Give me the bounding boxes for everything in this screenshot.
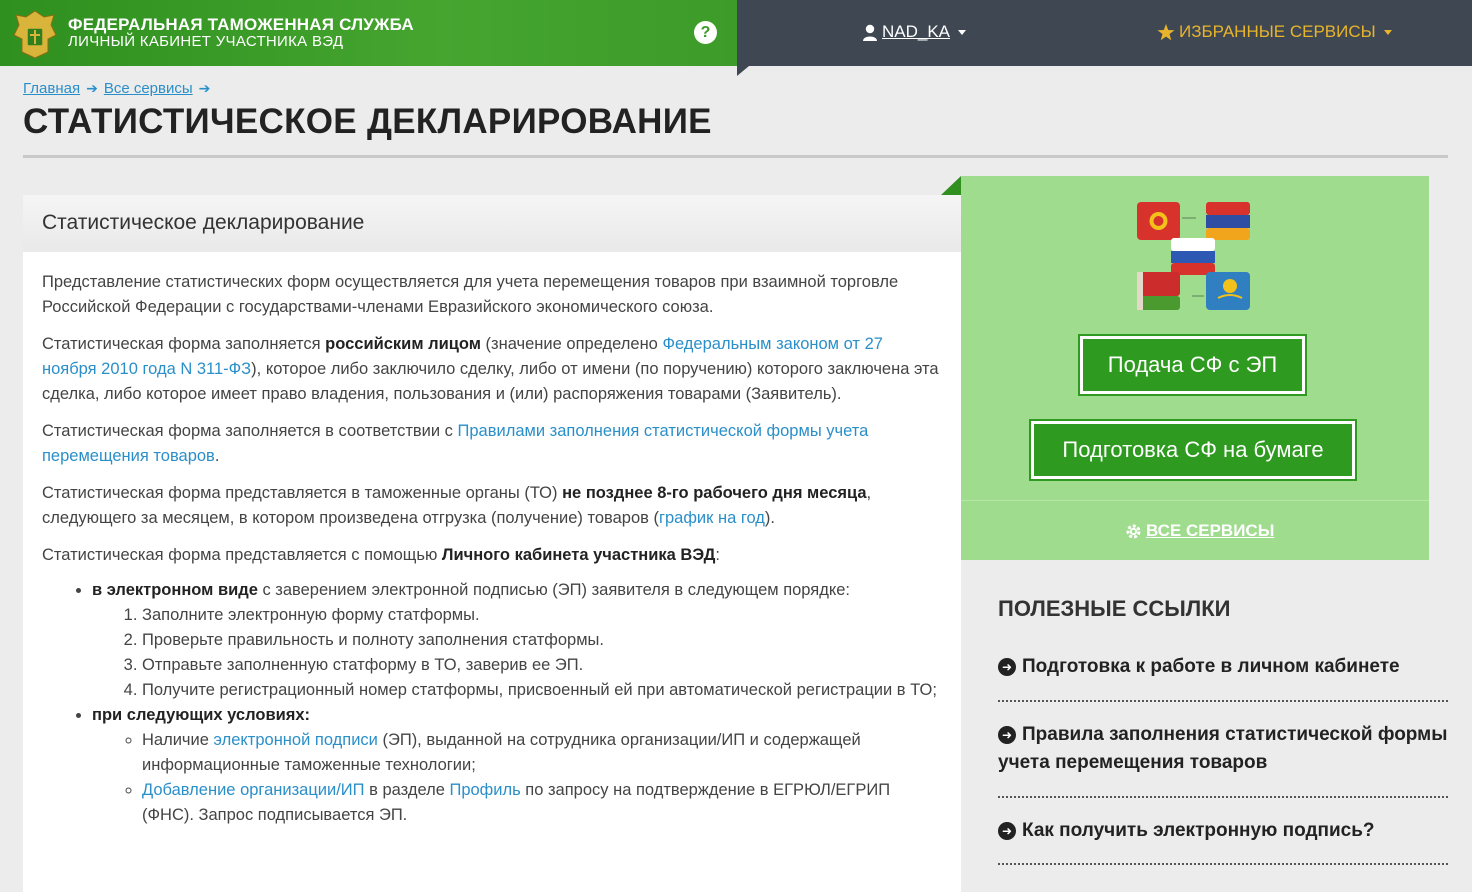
text: Наличие [142, 731, 214, 749]
services-panel: Подача СФ с ЭП Подготовка СФ на бумаге В… [961, 176, 1429, 560]
text: с заверением электронной подписью (ЭП) з… [257, 581, 851, 599]
content-panel: Статистическое декларирование Представле… [23, 195, 961, 892]
arrow-right-circle-icon: ➜ [998, 726, 1016, 744]
title-divider [23, 155, 1448, 158]
panel-corner [941, 176, 961, 195]
text: (значение определено [480, 335, 663, 353]
bar-notch [737, 66, 749, 76]
arrow-right-icon: ➔ [198, 80, 211, 96]
text: . [214, 447, 220, 465]
link-label: Правила заполнения статистической формы … [998, 724, 1448, 773]
breadcrumb-all-services-link[interactable]: Все сервисы [104, 80, 193, 97]
brand-subtitle: ЛИЧНЫЙ КАБИНЕТ УЧАСТНИКА ВЭД [68, 33, 344, 50]
list-item: Проверьте правильность и полноту заполне… [142, 628, 942, 653]
text: Статистическая форма представляется с по… [42, 546, 442, 564]
text: Статистическая форма заполняется в соотв… [42, 422, 458, 440]
link-label: Как получить электронную подпись? [1022, 820, 1375, 841]
customs-emblem-icon [13, 10, 57, 59]
chevron-down-icon [958, 29, 967, 35]
star-icon [1157, 23, 1175, 40]
conditions-list: Наличие электронной подписи (ЭП), выданн… [142, 728, 942, 828]
breadcrumb-home-link[interactable]: Главная [23, 80, 80, 97]
content-body: Представление статистических форм осущес… [23, 252, 961, 828]
paragraph-who-fills: Статистическая форма заполняется российс… [42, 332, 942, 407]
profile-link[interactable]: Профиль [449, 781, 520, 799]
link-label: Подготовка к работе в личном кабинете [1022, 656, 1400, 677]
arrow-right-circle-icon: ➜ [998, 658, 1016, 676]
bold-text: Личного кабинета участника ВЭД [441, 546, 716, 564]
list-item: Добавление организации/ИП в разделе Проф… [142, 778, 942, 828]
list-item: в электронном виде с заверением электрон… [92, 578, 942, 703]
bold-text: не позднее 8-го рабочего дня месяца [562, 484, 867, 502]
arrow-right-icon: ➔ [86, 80, 98, 96]
paragraph-deadline: Статистическая форма представляется в та… [42, 481, 942, 531]
page-title: СТАТИСТИЧЕСКОЕ ДЕКЛАРИРОВАНИЕ [23, 102, 712, 141]
text: ). [764, 509, 776, 527]
paragraph-rules: Статистическая форма заполняется в соотв… [42, 419, 942, 469]
arrow-right-circle-icon: ➜ [998, 822, 1016, 840]
text: Статистическая форма заполняется [42, 335, 326, 353]
bold-text: при следующих условиях: [92, 706, 311, 724]
schedule-link[interactable]: график на год [659, 509, 765, 527]
text: Статистическая форма представляется в та… [42, 484, 563, 502]
submission-list: в электронном виде с заверением электрон… [92, 578, 942, 828]
useful-links-title: ПОЛЕЗНЫЕ ССЫЛКИ [998, 596, 1231, 621]
useful-link-rules[interactable]: ➜ Правила заполнения статистической формы… [998, 721, 1448, 798]
e-signature-link[interactable]: электронной подписи [214, 731, 378, 749]
user-menu[interactable]: NAD_KA [862, 22, 967, 42]
favorite-services-label: ИЗБРАННЫЕ СЕРВИСЫ [1179, 22, 1376, 41]
help-button[interactable]: ? [694, 21, 717, 44]
all-services-link[interactable]: ВСЕ СЕРВИСЫ [1125, 521, 1274, 541]
text: в разделе [364, 781, 450, 799]
content-heading: Статистическое декларирование [23, 195, 961, 252]
text: : [715, 546, 721, 564]
brand-title: ФЕДЕРАЛЬНАЯ ТАМОЖЕННАЯ СЛУЖБА [68, 15, 414, 34]
list-item: Отправьте заполненную статформу в ТО, за… [142, 653, 942, 678]
list-item: при следующих условиях: Наличие электрон… [92, 703, 942, 828]
brand-bar[interactable]: ФЕДЕРАЛЬНАЯ ТАМОЖЕННАЯ СЛУЖБА ЛИЧНЫЙ КАБ… [0, 0, 737, 66]
prepare-sf-paper-button[interactable]: Подготовка СФ на бумаге [1031, 421, 1355, 479]
submit-sf-ep-button[interactable]: Подача СФ с ЭП [1080, 336, 1305, 394]
all-services-label: ВСЕ СЕРВИСЫ [1146, 521, 1275, 540]
eaeu-flags-icon [1137, 202, 1250, 310]
top-bar: ФЕДЕРАЛЬНАЯ ТАМОЖЕННАЯ СЛУЖБА ЛИЧНЫЙ КАБ… [0, 0, 1472, 66]
useful-link-preparation[interactable]: ➜ Подготовка к работе в личном кабинете [998, 653, 1448, 702]
panel-divider [961, 500, 1429, 501]
chevron-down-icon [1383, 29, 1392, 35]
gear-icon [1126, 524, 1141, 538]
useful-link-signature[interactable]: ➜ Как получить электронную подпись? [998, 817, 1448, 865]
list-item: Получите регистрационный номер статформы… [142, 678, 942, 703]
add-organization-link[interactable]: Добавление организации/ИП [142, 781, 365, 799]
list-item: Наличие электронной подписи (ЭП), выданн… [142, 728, 942, 778]
paragraph-how: Статистическая форма представляется с по… [42, 543, 942, 568]
user-name: NAD_KA [882, 22, 951, 41]
bold-text: российским лицом [325, 335, 481, 353]
breadcrumb: Главная ➔ Все сервисы ➔ [23, 80, 210, 97]
favorite-services-menu[interactable]: ИЗБРАННЫЕ СЕРВИСЫ [1157, 22, 1392, 42]
user-icon [863, 24, 877, 41]
steps-list: Заполните электронную форму статформы. П… [142, 603, 942, 703]
user-bar: NAD_KA ИЗБРАННЫЕ СЕРВИСЫ [737, 0, 1472, 66]
list-item: Заполните электронную форму статформы. [142, 603, 942, 628]
paragraph-purpose: Представление статистических форм осущес… [42, 273, 899, 316]
bold-text: в электронном виде [92, 581, 258, 599]
brand-text: ФЕДЕРАЛЬНАЯ ТАМОЖЕННАЯ СЛУЖБА ЛИЧНЫЙ КАБ… [68, 16, 414, 50]
